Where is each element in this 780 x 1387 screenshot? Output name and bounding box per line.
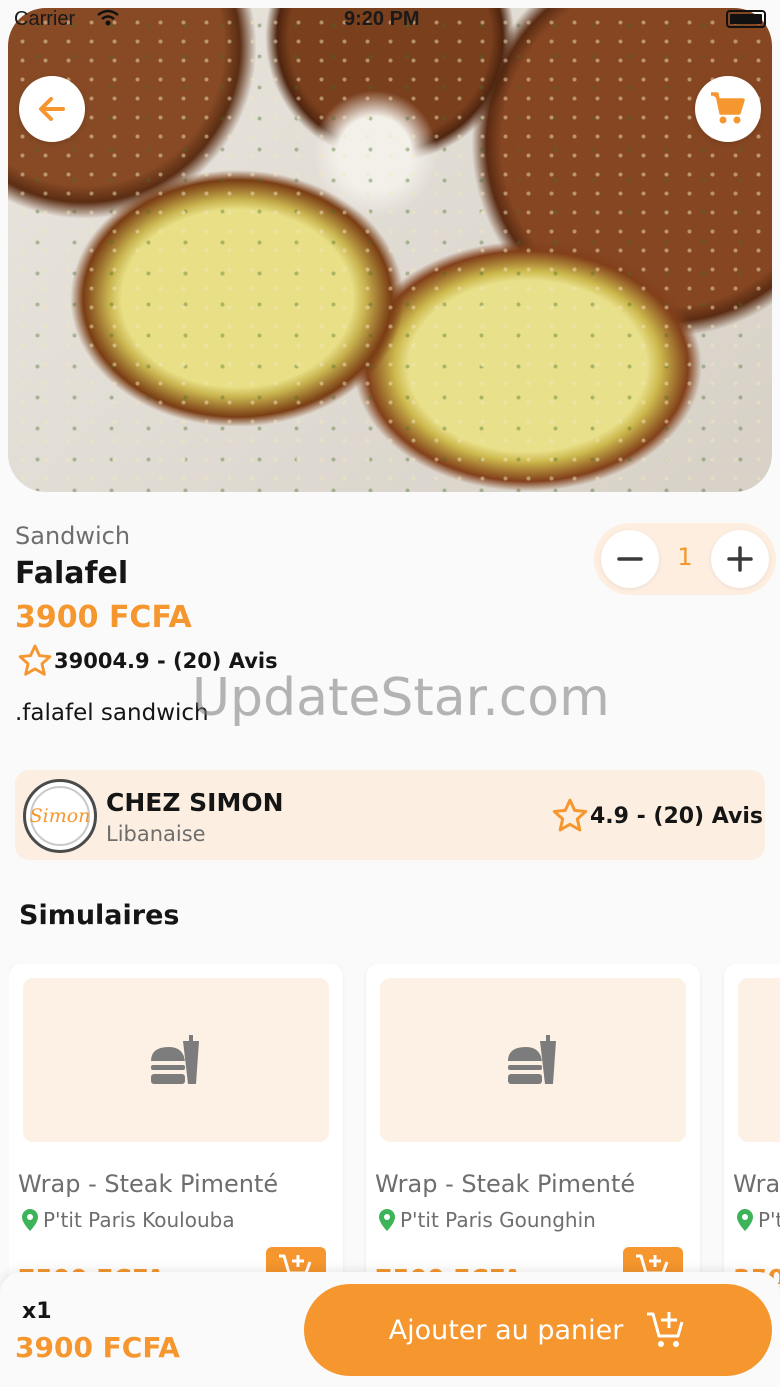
similar-item-location: P'tit Paris Gounghin xyxy=(379,1208,596,1232)
carrier-label: Carrier xyxy=(14,8,76,30)
location-pin-icon xyxy=(379,1209,395,1231)
similar-item-location-text: P'tit Paris Gounghin xyxy=(400,1208,596,1232)
product-name: Falafel xyxy=(15,556,129,591)
product-image xyxy=(8,8,772,492)
cart-total: 3900 FCFA xyxy=(15,1331,180,1364)
cart-button[interactable] xyxy=(695,76,761,142)
restaurant-card[interactable]: Simon CHEZ SIMON Libanaise 4.9 - (20) Av… xyxy=(15,770,765,860)
burger-drink-icon xyxy=(151,1035,199,1084)
cart-quantity-label: x1 xyxy=(22,1299,52,1324)
similar-item-location: P'tit Paris xyxy=(737,1208,780,1232)
location-pin-icon xyxy=(22,1209,38,1231)
restaurant-cuisine: Libanaise xyxy=(106,822,206,846)
similar-item-location: P'tit Paris Koulouba xyxy=(22,1208,235,1232)
product-image-texture xyxy=(8,8,772,492)
product-category: Sandwich xyxy=(15,522,131,550)
similar-item-image xyxy=(738,978,780,1142)
similar-item-card[interactable]: Wrap - Steak Pimenté P'tit Paris Gounghi… xyxy=(366,964,700,1284)
back-button[interactable] xyxy=(19,76,85,142)
product-description: .falafel sandwich xyxy=(15,700,209,726)
similar-item-title: Wrap - Steak Pimenté xyxy=(375,1170,636,1198)
wifi-icon xyxy=(96,8,120,32)
add-to-cart-label: Ajouter au panier xyxy=(388,1314,624,1346)
add-to-cart-button[interactable]: Ajouter au panier xyxy=(304,1284,772,1376)
restaurant-logo-text: Simon xyxy=(30,786,90,846)
burger-drink-icon xyxy=(508,1035,556,1084)
cart-icon xyxy=(711,92,745,124)
similar-list[interactable]: Wrap - Steak Pimenté P'tit Paris Kouloub… xyxy=(9,964,780,1284)
restaurant-logo: Simon xyxy=(23,779,97,853)
back-arrow-icon xyxy=(39,97,65,121)
similar-item-location-text: P'tit Paris xyxy=(758,1208,780,1232)
plus-icon xyxy=(727,546,753,572)
star-icon xyxy=(552,798,588,832)
star-icon xyxy=(18,644,52,676)
similar-item-title: Wrap - Steak Pimenté xyxy=(18,1170,279,1198)
battery-icon xyxy=(726,10,766,28)
quantity-stepper: 1 xyxy=(594,523,776,595)
similar-item-image xyxy=(23,978,329,1142)
similar-section-title: Simulaires xyxy=(19,900,180,931)
bottom-bar: x1 3900 FCFA Ajouter au panier xyxy=(0,1272,780,1387)
status-bar: Carrier 9:20 PM xyxy=(0,0,780,40)
similar-item-card[interactable]: Wrap - Steak Pimenté P'tit Paris 3500 FC… xyxy=(724,964,780,1284)
similar-item-image xyxy=(380,978,686,1142)
similar-item-title: Wrap - Steak Pimenté xyxy=(733,1170,780,1198)
similar-item-card[interactable]: Wrap - Steak Pimenté P'tit Paris Kouloub… xyxy=(9,964,343,1284)
increase-quantity-button[interactable] xyxy=(711,530,769,588)
restaurant-rating: 4.9 - (20) Avis xyxy=(550,796,763,836)
product-price: 3900 FCFA xyxy=(15,600,192,635)
similar-item-location-text: P'tit Paris Koulouba xyxy=(43,1208,235,1232)
watermark: UpdateStar.com xyxy=(192,668,610,728)
add-to-cart-icon xyxy=(647,1312,684,1347)
restaurant-name: CHEZ SIMON xyxy=(106,788,284,817)
clock: 9:20 PM xyxy=(344,8,420,30)
restaurant-rating-text: 4.9 - (20) Avis xyxy=(589,803,763,829)
location-pin-icon xyxy=(737,1209,753,1231)
